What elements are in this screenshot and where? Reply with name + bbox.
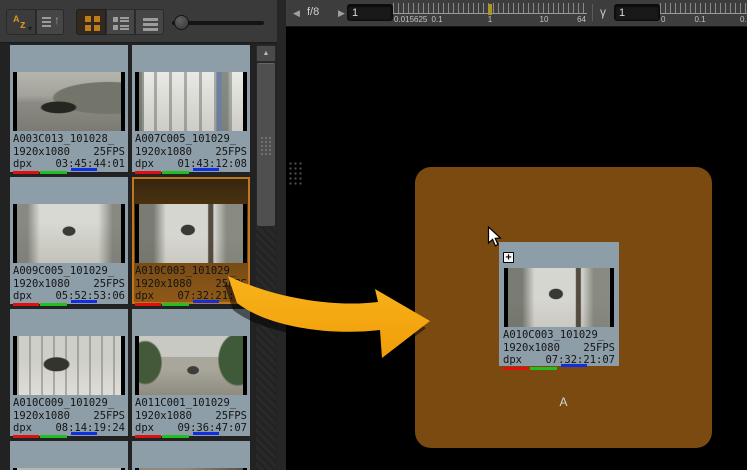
gamma-tick-label: 0. xyxy=(740,15,747,24)
pane-grip-icon[interactable] xyxy=(288,161,302,185)
clip-thumbnail xyxy=(135,204,247,263)
thumbnail-size-slider-handle[interactable] xyxy=(174,15,189,30)
bin-scrollbar[interactable]: ▲ xyxy=(256,45,276,470)
clip-resolution: 1920x1080 xyxy=(135,278,192,291)
drag-clip-fps: 25FPS xyxy=(583,342,615,355)
detail-view-icon xyxy=(113,17,118,22)
gain-slider-handle[interactable] xyxy=(488,4,492,15)
gain-tick-label: 0.1 xyxy=(431,15,442,24)
clip-resolution: 1920x1080 xyxy=(13,278,70,291)
clip-format: dpx xyxy=(135,422,154,435)
drag-clip-format: dpx xyxy=(503,354,522,367)
clip-format: dpx xyxy=(135,158,154,171)
list-view-icon xyxy=(143,18,158,21)
scrollbar-track[interactable] xyxy=(256,227,276,470)
clip-thumbnail xyxy=(13,72,125,131)
plus-badge-icon: + xyxy=(503,252,514,263)
viewer-canvas[interactable]: A + A010C003_101029_ 1920x108025FPS dpx0… xyxy=(286,27,747,470)
red-channel-chip xyxy=(13,171,39,174)
detail-view-button[interactable] xyxy=(106,9,135,35)
clip-cell-partial[interactable] xyxy=(132,441,250,470)
clip-thumbnail xyxy=(135,72,247,131)
application-window: A z ▾ ↑ xyxy=(0,0,747,470)
gamma-slider-ticks xyxy=(660,3,747,14)
clip-thumbnail xyxy=(13,204,125,263)
arrow-up-icon: ↑ xyxy=(54,13,60,27)
clip-name: A003C013_101028_ xyxy=(13,133,114,146)
clip-cell-selected[interactable]: A010C003_101029_ 1920x108025FPS dpx07:32… xyxy=(132,177,250,304)
clip-fps: 25FPS xyxy=(93,278,125,291)
gain-tick-label: 64 xyxy=(577,15,586,24)
sort-a-label: A xyxy=(13,14,20,24)
toolbar-separator xyxy=(592,4,593,21)
drag-clip-name: A010C003_101029_ xyxy=(503,329,604,342)
clip-resolution: 1920x1080 xyxy=(13,146,70,159)
clip-format: dpx xyxy=(135,290,154,303)
chevron-down-icon: ▾ xyxy=(28,24,32,33)
clip-resolution: 1920x1080 xyxy=(135,146,192,159)
clip-fps: 25FPS xyxy=(215,146,247,159)
gain-slider[interactable]: 0.015625 0.1 1 10 64 xyxy=(393,2,587,26)
clip-cell[interactable]: A009C005_101029_ 1920x108025FPS dpx05:52… xyxy=(10,177,128,304)
sort-alphabetical-button[interactable]: A z ▾ xyxy=(6,9,36,35)
clip-grid: A003C013_101028_ 1920x108025FPS dpx03:45… xyxy=(0,43,277,470)
clip-cell-partial[interactable] xyxy=(10,441,128,470)
clip-name: A007C005_101029_ xyxy=(135,133,236,146)
clip-fps: 25FPS xyxy=(93,146,125,159)
clip-thumbnail xyxy=(13,336,125,395)
gamma-symbol: γ xyxy=(600,5,606,19)
aperture-label: f/8 xyxy=(307,6,319,18)
clip-fps: 25FPS xyxy=(93,410,125,423)
gain-tick-label: 1 xyxy=(488,15,492,24)
gamma-input[interactable] xyxy=(614,4,660,21)
drag-clip-resolution: 1920x1080 xyxy=(503,342,560,355)
gamma-slider[interactable]: 0 0.1 0. xyxy=(660,2,747,26)
blue-channel-chip xyxy=(71,168,97,171)
clip-fps: 25FPS xyxy=(215,410,247,423)
clip-cell[interactable]: A011C001_101029_ 1920x108025FPS dpx09:36… xyxy=(132,309,250,436)
clip-cell[interactable]: A003C013_101028_ 1920x108025FPS dpx03:45… xyxy=(10,45,128,172)
scrollbar-grip-icon xyxy=(260,136,272,156)
sort-z-label: z xyxy=(20,19,26,31)
list-view-button[interactable] xyxy=(135,9,164,35)
gain-input[interactable] xyxy=(347,4,393,21)
clip-format: dpx xyxy=(13,422,32,435)
clip-resolution: 1920x1080 xyxy=(13,410,70,423)
drag-preview-thumbnail xyxy=(504,268,614,327)
clip-name: A009C005_101029_ xyxy=(13,265,114,278)
aperture-next-icon[interactable]: ▶ xyxy=(338,8,345,19)
viewer-pane: ◀ f/8 ▶ 0.015625 0.1 1 10 64 γ 0 0.1 0. xyxy=(286,0,747,470)
drag-preview-card: + A010C003_101029_ 1920x108025FPS dpx07:… xyxy=(499,242,619,366)
mouse-cursor-icon xyxy=(487,226,503,248)
panel-splitter[interactable] xyxy=(277,0,286,470)
clip-format: dpx xyxy=(13,158,32,171)
aperture-prev-icon[interactable]: ◀ xyxy=(293,8,300,19)
viewer-toolbar: ◀ f/8 ▶ 0.015625 0.1 1 10 64 γ 0 0.1 0. xyxy=(286,0,747,27)
clip-name: A011C001_101029_ xyxy=(135,397,236,410)
clip-thumbnail xyxy=(135,336,247,395)
clip-name: A010C003_101029_ xyxy=(135,265,236,278)
grid-icon xyxy=(85,16,91,22)
clip-cell[interactable]: A007C005_101029_ 1920x108025FPS dpx01:43… xyxy=(132,45,250,172)
scrollbar-up-icon[interactable]: ▲ xyxy=(256,45,276,62)
clip-cell[interactable]: A010C009_101029_ 1920x108025FPS dpx08:14… xyxy=(10,309,128,436)
sort-direction-button[interactable]: ↑ xyxy=(36,9,64,35)
clip-name: A010C009_101029_ xyxy=(13,397,114,410)
gain-tick-label: 10 xyxy=(540,15,549,24)
green-channel-chip xyxy=(40,171,67,174)
clip-bin-panel: A z ▾ ↑ xyxy=(0,0,286,470)
sort-lines-icon xyxy=(42,17,51,19)
gain-tick-label: 0.015625 xyxy=(394,15,427,24)
scrollbar-thumb[interactable] xyxy=(257,63,275,226)
drop-zone-track-label: A xyxy=(415,395,712,409)
clip-resolution: 1920x1080 xyxy=(135,410,192,423)
clip-fps: 25FPS xyxy=(215,278,247,291)
gamma-tick-label: 0.1 xyxy=(694,15,705,24)
grid-view-button[interactable] xyxy=(76,9,106,35)
gamma-tick-label: 0 xyxy=(661,15,665,24)
clip-format: dpx xyxy=(13,290,32,303)
bin-toolbar: A z ▾ ↑ xyxy=(0,0,286,43)
